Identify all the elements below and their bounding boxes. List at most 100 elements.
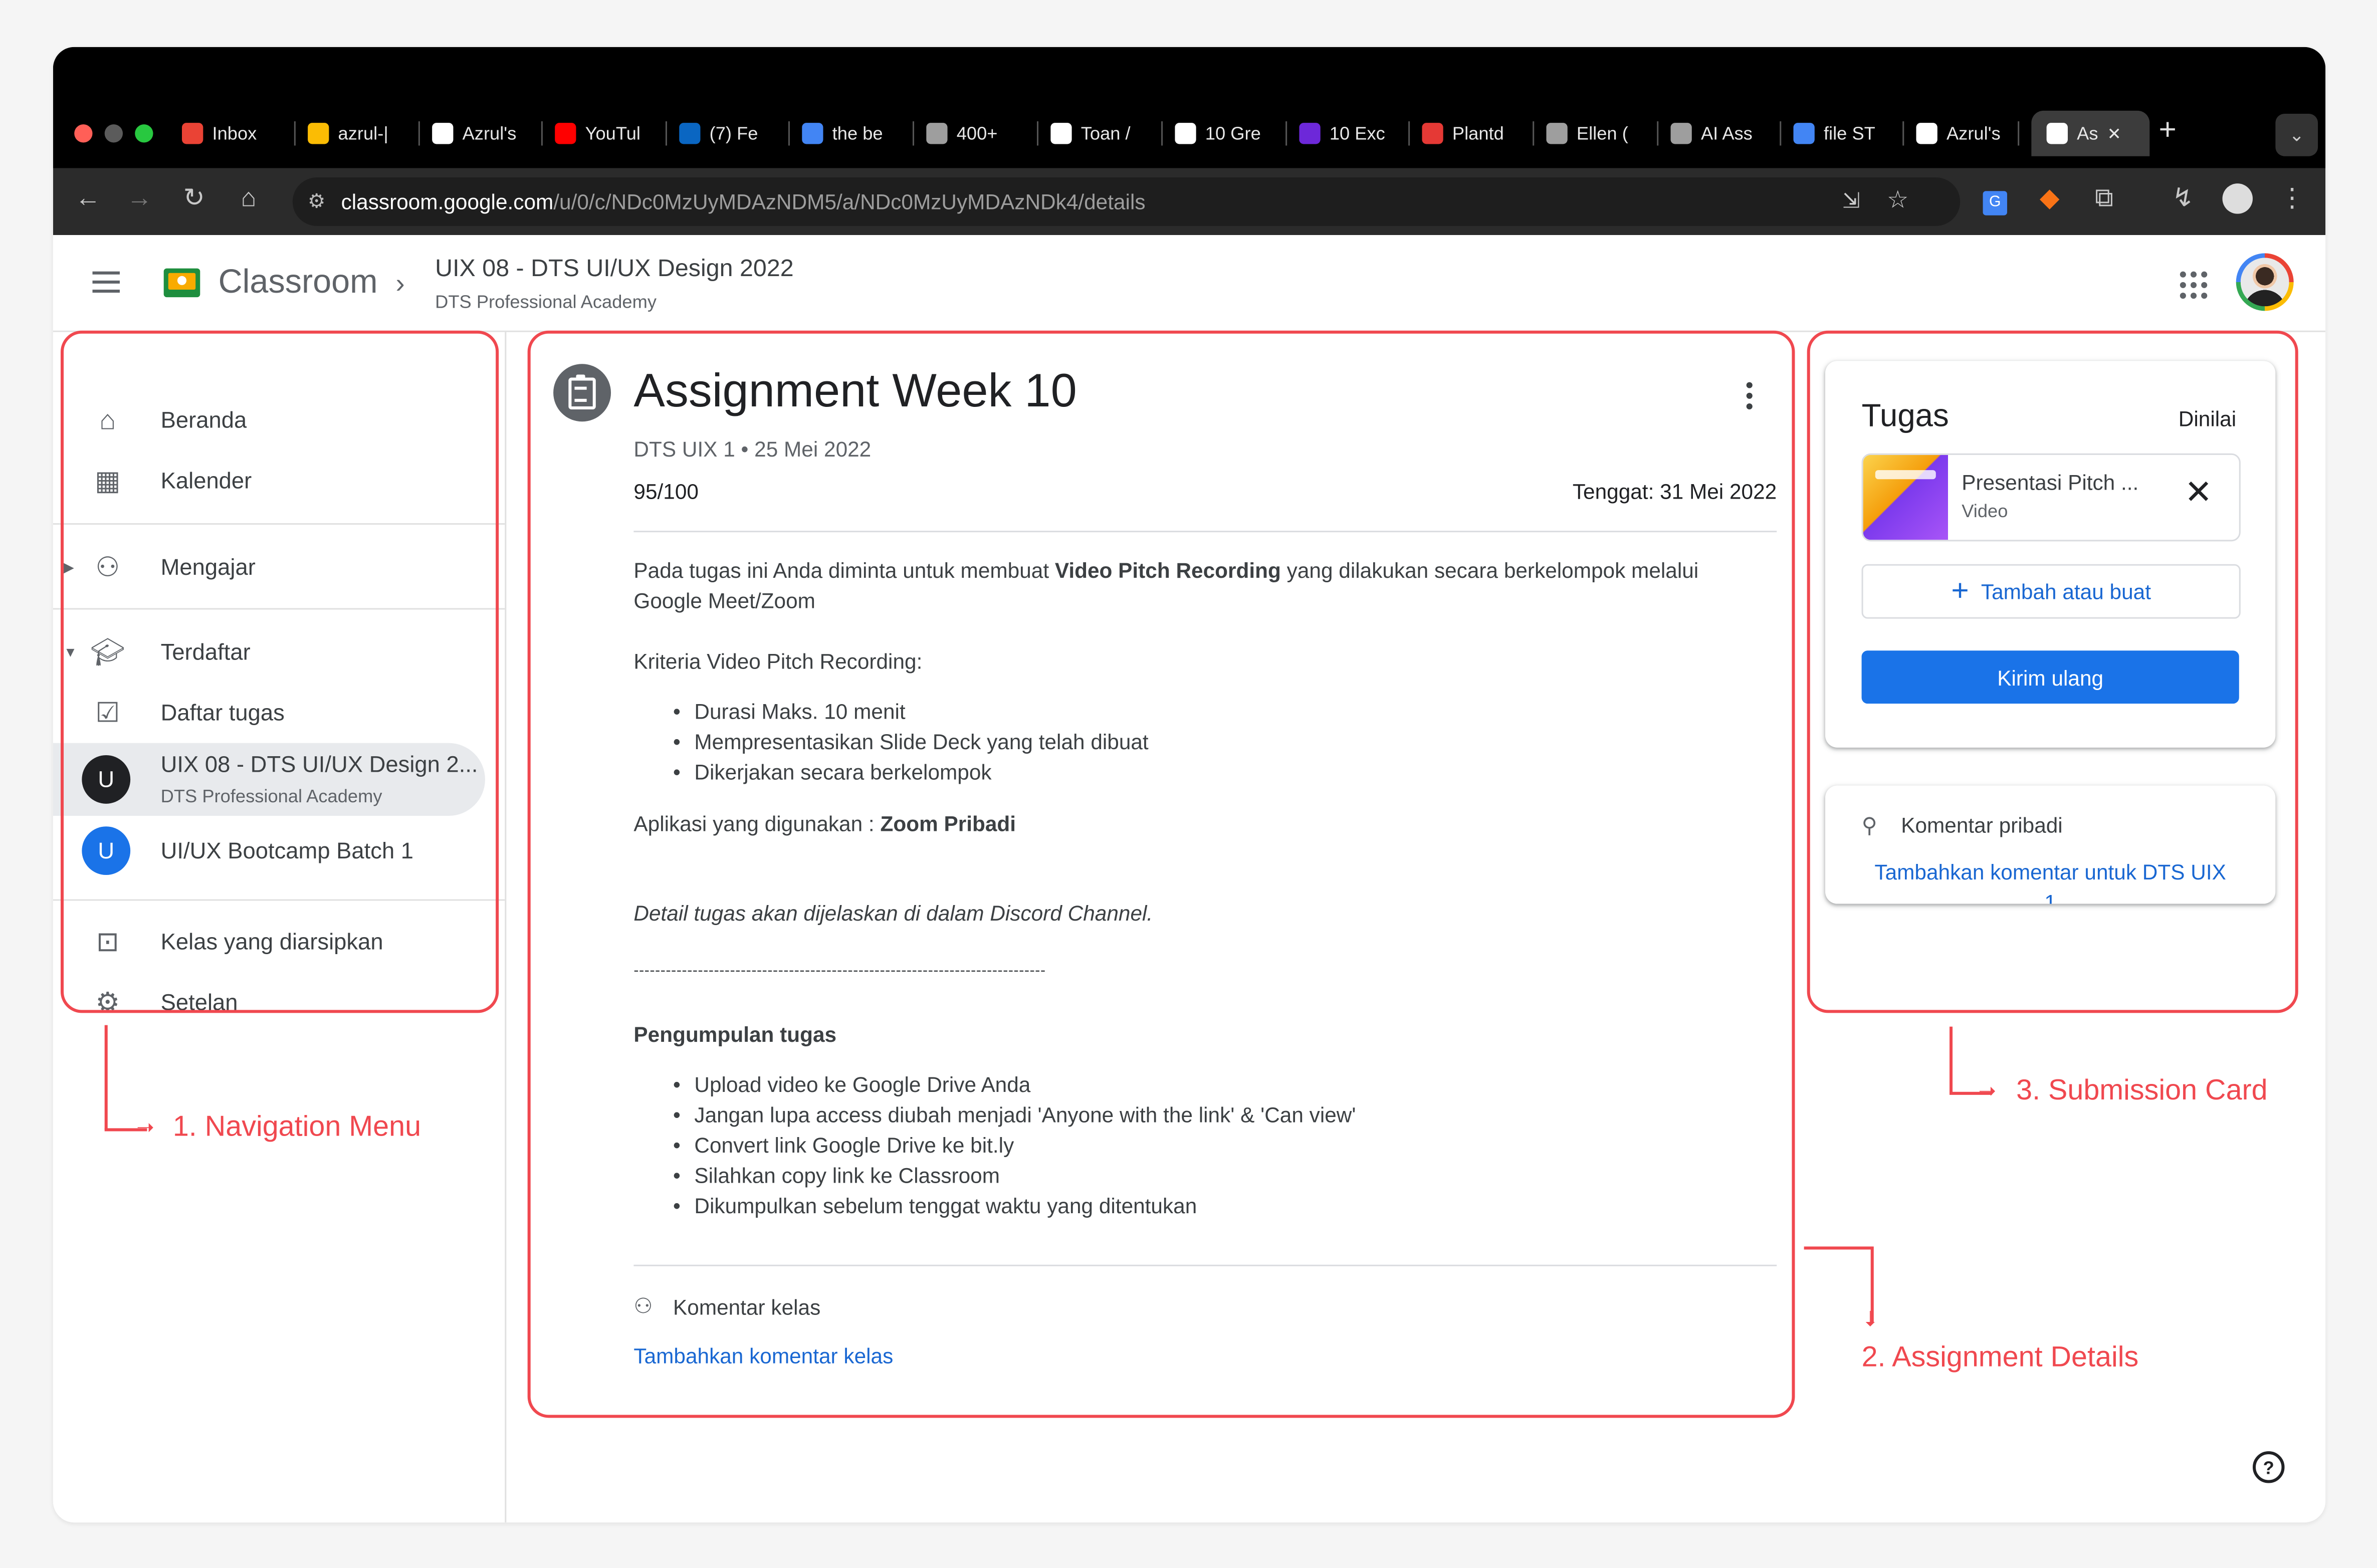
help-icon[interactable]: ? <box>2253 1451 2285 1483</box>
app-title[interactable]: Classroom <box>219 263 378 302</box>
browser-tab[interactable]: azrul-| <box>308 115 402 152</box>
browser-tab[interactable]: Toan / <box>1050 115 1145 152</box>
tab-label: azrul-| <box>338 123 388 144</box>
tab-label: (7) Fe <box>709 123 758 144</box>
home-icon[interactable]: ⌂ <box>232 183 266 214</box>
tab-separator <box>294 121 296 146</box>
tab-separator <box>2018 121 2020 146</box>
browser-tab[interactable]: file ST <box>1793 115 1887 152</box>
main-menu-icon[interactable] <box>92 271 120 299</box>
reload-icon[interactable]: ↻ <box>177 183 211 214</box>
google-icon <box>802 123 823 144</box>
annotation-arrow <box>104 1025 108 1130</box>
browser-tab[interactable]: 10 Gre <box>1175 115 1269 152</box>
sync-icon[interactable]: ↯ <box>2167 183 2200 214</box>
bookmark-star-icon[interactable]: ☆ <box>1887 185 1908 215</box>
annotation-submission-card: 3. Submission Card <box>2016 1075 2268 1107</box>
tab-label: YouTul <box>585 123 640 144</box>
forward-icon[interactable]: → <box>123 183 156 214</box>
submission-card-highlight <box>1807 330 2298 1013</box>
tab-label: 10 Gre <box>1205 123 1261 144</box>
install-app-icon[interactable]: ⇲ <box>1842 188 1860 213</box>
browser-tab[interactable]: As ✕ <box>2031 110 2150 156</box>
ai-icon <box>1670 123 1692 144</box>
tab-separator <box>788 121 790 146</box>
tab-label: Plantd <box>1452 123 1504 144</box>
new-tab-button[interactable]: + <box>2158 114 2176 149</box>
tab-label: file ST <box>1823 123 1875 144</box>
tab-label: Inbox <box>212 123 257 144</box>
assignment-details-highlight <box>527 330 1795 1418</box>
tab-separator <box>1902 121 1904 146</box>
arrow-head-icon: ➝ <box>136 1114 154 1139</box>
browser-menu-icon[interactable]: ⋮ <box>2275 183 2309 214</box>
browser-tab[interactable]: AI Ass <box>1670 115 1765 152</box>
google-icon <box>1793 123 1815 144</box>
tab-label: Ellen ( <box>1576 123 1628 144</box>
browser-toolbar: ← → ↻ ⌂ ⚙ classroom.google.com/u/0/c/NDc… <box>53 168 2326 236</box>
plus-star-icon <box>1050 123 1072 144</box>
classroom-header: Classroom › UIX 08 - DTS UI/UX Design 20… <box>53 235 2326 332</box>
tab-separator <box>418 121 420 146</box>
tab-label: 400+ <box>956 123 998 144</box>
cf-icon <box>1175 123 1196 144</box>
account-avatar[interactable] <box>2236 253 2294 311</box>
notion-icon <box>1916 123 1937 144</box>
address-bar[interactable]: ⚙ classroom.google.com/u/0/c/NDc0MzUyMDA… <box>292 177 1961 226</box>
browser-tab[interactable]: Azrul's <box>1916 115 2010 152</box>
browser-tab[interactable]: 10 Exc <box>1299 115 1393 152</box>
classroom-logo-icon[interactable] <box>163 268 200 298</box>
tab-strip: Inbox azrul-| Azrul's YouTul (7) Fe the be 400… <box>53 47 2326 168</box>
tab-label: 10 Exc <box>1329 123 1385 144</box>
breadcrumb-course-title[interactable]: UIX 08 - DTS UI/UX Design 2022 <box>435 256 794 283</box>
classroom-icon <box>2046 123 2068 144</box>
tab-label: AI Ass <box>1700 123 1753 144</box>
drive-icon <box>308 123 329 144</box>
tab-label: Azrul's <box>1946 123 2001 144</box>
openai-icon <box>1546 123 1568 144</box>
tab-separator <box>1161 121 1163 146</box>
linkedin-icon <box>679 123 701 144</box>
purple-circle-icon <box>1299 123 1321 144</box>
browser-tab[interactable]: Azrul's <box>432 115 526 152</box>
circle-icon <box>926 123 948 144</box>
breadcrumb-course-subtitle: DTS Professional Academy <box>435 291 657 313</box>
tab-label: As <box>2077 123 2098 144</box>
profile-avatar-icon[interactable] <box>2221 183 2254 221</box>
browser-tab[interactable]: Plantd <box>1422 115 1516 152</box>
navigation-menu-highlight <box>60 330 499 1013</box>
breadcrumb-chevron-icon: › <box>395 268 405 299</box>
tab-separator <box>1533 121 1535 146</box>
annotation-arrow <box>1950 1026 1953 1093</box>
tab-separator <box>1780 121 1782 146</box>
browser-tab[interactable]: the be <box>802 115 896 152</box>
close-tab-icon[interactable]: ✕ <box>2107 124 2121 143</box>
annotation-arrow <box>1804 1246 1872 1250</box>
tab-search-button[interactable]: ⌄ <box>2275 113 2318 156</box>
tab-label: the be <box>832 123 883 144</box>
site-settings-icon[interactable]: ⚙ <box>308 189 325 213</box>
back-icon[interactable]: ← <box>71 183 105 214</box>
close-window-button[interactable] <box>74 124 93 143</box>
browser-tab[interactable]: (7) Fe <box>679 115 773 152</box>
extension-icon[interactable]: ◆ <box>2033 183 2066 214</box>
translate-extension-icon[interactable]: G <box>1978 183 2012 215</box>
annotation-navigation-menu: 1. Navigation Menu <box>172 1111 421 1144</box>
tab-separator <box>1285 121 1287 146</box>
browser-tab[interactable]: 400+ <box>926 115 1020 152</box>
browser-tab[interactable]: Inbox <box>181 115 276 152</box>
browser-tab[interactable]: YouTul <box>555 115 649 152</box>
extensions-puzzle-icon[interactable]: ⧉ <box>2087 183 2121 214</box>
tab-separator <box>541 121 543 146</box>
google-apps-icon[interactable] <box>2180 271 2208 299</box>
tab-separator <box>665 121 667 146</box>
minimize-window-button[interactable] <box>104 124 123 143</box>
tab-separator <box>912 121 915 146</box>
tab-separator <box>1037 121 1039 146</box>
browser-tab[interactable]: Ellen ( <box>1546 115 1640 152</box>
tab-label: Azrul's <box>462 123 517 144</box>
tab-separator <box>1408 121 1410 146</box>
url-text: classroom.google.com/u/0/c/NDc0MzUyMDAzN… <box>341 189 1146 214</box>
maximize-window-button[interactable] <box>135 124 153 143</box>
gmail-icon <box>181 123 203 144</box>
